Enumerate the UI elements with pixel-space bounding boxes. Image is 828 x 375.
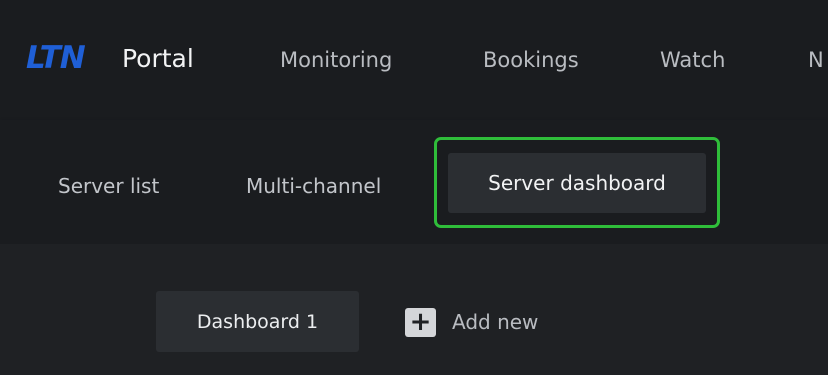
tab-server-dashboard[interactable]: Server dashboard (448, 153, 706, 213)
nav-item-watch[interactable]: Watch (660, 46, 725, 74)
ltn-logo-mark: LTN (26, 40, 86, 76)
nav-item-monitoring[interactable]: Monitoring (280, 46, 392, 74)
nav-item-bookings[interactable]: Bookings (483, 46, 579, 74)
plus-icon: + (405, 307, 436, 337)
top-navigation-bar: LTN Portal Monitoring Bookings Watch N (0, 0, 828, 120)
add-new-dashboard-button[interactable]: + Add new (405, 307, 538, 337)
dashboard-tab-label: Dashboard 1 (196, 310, 319, 333)
tab-server-dashboard-label: Server dashboard (488, 171, 666, 195)
nav-item-truncated[interactable]: N (808, 46, 824, 74)
dashboard-tab-1[interactable]: Dashboard 1 (156, 291, 359, 352)
tab-server-list[interactable]: Server list (58, 173, 159, 199)
page: LTN Portal Monitoring Bookings Watch N S… (0, 0, 828, 375)
ltn-logo[interactable]: LTN (26, 40, 86, 76)
app-name[interactable]: Portal (122, 44, 194, 74)
add-new-label: Add new (452, 310, 539, 334)
tab-multi-channel[interactable]: Multi-channel (246, 173, 381, 199)
